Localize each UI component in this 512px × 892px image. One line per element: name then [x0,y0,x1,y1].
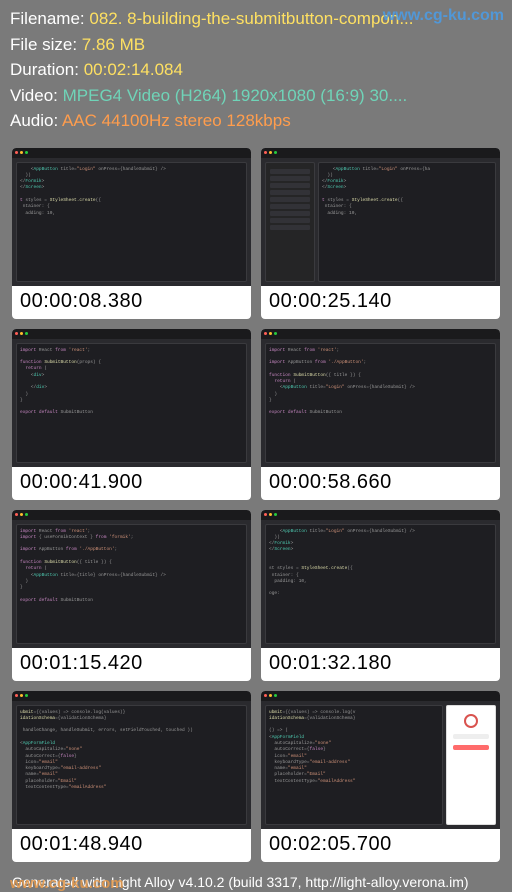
filesize-row: File size: 7.86 MB [10,32,502,58]
thumbnail-grid: <AppButton title="Login" onPress={handle… [0,142,512,868]
code-pane: <AppButton title="Login" onPress={handle… [265,524,496,644]
app-logo-icon [464,714,478,728]
audio-value: AAC 44100Hz stereo 128kbps [62,111,291,130]
audio-label: Audio: [10,111,62,130]
editor-titlebar [261,510,500,520]
thumb-5: import React from 'react'; import { useF… [12,510,251,681]
timestamp: 00:01:15.420 [12,648,251,681]
watermark-top: www.cg-ku.com [383,4,504,28]
filename-value: 082. 8-building-the-submitbutton-compon.… [89,9,413,28]
thumb-2: <AppButton title="Login" onPress={ha )) … [261,148,500,319]
mock-input [453,734,489,739]
timestamp: 00:00:25.140 [261,286,500,319]
mock-button [453,745,489,750]
duration-row: Duration: 00:02:14.084 [10,57,502,83]
thumb-image: import React from 'react'; import AppBut… [261,339,500,467]
thumb-3: import React from 'react'; function Subm… [12,329,251,500]
editor-titlebar [12,329,251,339]
audio-row: Audio: AAC 44100Hz stereo 128kbps [10,108,502,134]
timestamp: 00:00:41.900 [12,467,251,500]
thumb-8: ubmit={(values) => console.log(v idation… [261,691,500,862]
editor-titlebar [12,510,251,520]
editor-titlebar [12,148,251,158]
editor-titlebar [12,691,251,701]
mobile-preview [446,705,496,825]
thumb-image: <AppButton title="Login" onPress={handle… [261,520,500,648]
code-pane: ubmit={(values) => console.log(v idation… [265,705,443,825]
filesize-value: 7.86 MB [82,35,145,54]
timestamp: 00:02:05.700 [261,829,500,862]
thumb-image: import React from 'react'; import { useF… [12,520,251,648]
editor-titlebar [261,148,500,158]
thumb-7: ubmit={(values) => console.log(values)} … [12,691,251,862]
thumb-image: <AppButton title="Login" onPress={ha )) … [261,158,500,286]
code-pane: import React from 'react'; function Subm… [16,343,247,463]
code-pane: <AppButton title="Login" onPress={handle… [16,162,247,282]
timestamp: 00:01:32.180 [261,648,500,681]
timestamp: 00:00:58.660 [261,467,500,500]
footer: Generated with Light Alloy v4.10.2 (buil… [0,868,512,890]
duration-label: Duration: [10,60,84,79]
code-pane: import React from 'react'; import { useF… [16,524,247,644]
video-value: MPEG4 Video (H264) 1920x1080 (16:9) 30..… [63,86,408,105]
thumb-6: <AppButton title="Login" onPress={handle… [261,510,500,681]
thumb-image: <AppButton title="Login" onPress={handle… [12,158,251,286]
file-sidebar [265,162,315,282]
filename-label: Filename: [10,9,89,28]
thumb-image: ubmit={(values) => console.log(values)} … [12,701,251,829]
thumb-image: ubmit={(values) => console.log(v idation… [261,701,500,829]
editor-titlebar [261,691,500,701]
code-pane: ubmit={(values) => console.log(values)} … [16,705,247,825]
duration-value: 00:02:14.084 [84,60,183,79]
thumb-image: import React from 'react'; function Subm… [12,339,251,467]
code-pane: import React from 'react'; import AppBut… [265,343,496,463]
timestamp: 00:00:08.380 [12,286,251,319]
video-row: Video: MPEG4 Video (H264) 1920x1080 (16:… [10,83,502,109]
metadata-header: www.cg-ku.com Filename: 082. 8-building-… [0,0,512,142]
thumb-4: import React from 'react'; import AppBut… [261,329,500,500]
thumb-1: <AppButton title="Login" onPress={handle… [12,148,251,319]
editor-titlebar [261,329,500,339]
filesize-label: File size: [10,35,82,54]
timestamp: 00:01:48.940 [12,829,251,862]
code-pane: <AppButton title="Login" onPress={ha )) … [318,162,496,282]
watermark-bottom: www.cg-ku.com [10,875,124,892]
video-label: Video: [10,86,63,105]
